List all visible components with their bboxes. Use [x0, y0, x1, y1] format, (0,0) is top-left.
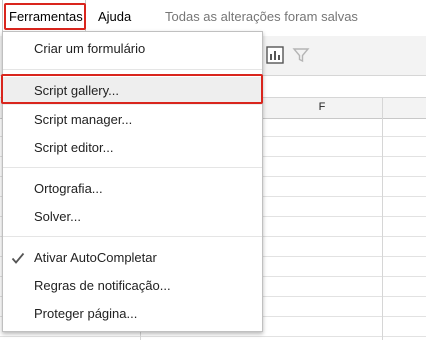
menu-item-label: Proteger página...: [34, 306, 138, 321]
menu-item-label: Solver...: [34, 209, 81, 224]
menu-help[interactable]: Ajuda: [92, 0, 137, 33]
tools-dropdown-menu: Criar um formulário Script gallery... Sc…: [2, 31, 263, 332]
menu-item-label: Ativar AutoCompletar: [34, 250, 157, 265]
menu-separator: [3, 69, 262, 70]
menu-item-script-manager[interactable]: Script manager...: [3, 106, 262, 134]
chart-icon[interactable]: [265, 45, 285, 65]
menu-separator: [3, 236, 262, 237]
menu-bar: Ferramentas Ajuda Todas as alterações fo…: [0, 0, 426, 33]
menu-item-protect-sheet[interactable]: Proteger página...: [3, 300, 262, 328]
menu-help-label: Ajuda: [98, 9, 132, 24]
menu-item-script-editor[interactable]: Script editor...: [3, 134, 262, 162]
menu-item-label: Script gallery...: [34, 83, 120, 98]
menu-item-create-form[interactable]: Criar um formulário: [3, 35, 262, 63]
checkmark-icon: [11, 244, 27, 272]
menu-item-label: Regras de notificação...: [34, 278, 171, 293]
column-header-f[interactable]: F: [262, 97, 382, 117]
menu-item-label: Ortografia...: [34, 181, 103, 196]
menu-tools[interactable]: Ferramentas: [2, 0, 86, 33]
filter-icon[interactable]: [291, 45, 311, 65]
menu-item-label: Script manager...: [34, 112, 133, 127]
menu-item-label: Criar um formulário: [34, 41, 146, 56]
menu-item-label: Script editor...: [34, 140, 114, 155]
save-status: Todas as alterações foram salvas: [165, 9, 358, 24]
menu-item-spelling[interactable]: Ortografia...: [3, 175, 262, 203]
menu-item-solver[interactable]: Solver...: [3, 203, 262, 231]
menu-tools-label: Ferramentas: [9, 9, 83, 24]
menu-separator: [3, 167, 262, 168]
menu-item-notification-rules[interactable]: Regras de notificação...: [3, 272, 262, 300]
menu-item-autocomplete[interactable]: Ativar AutoCompletar: [3, 244, 262, 272]
menu-item-script-gallery[interactable]: Script gallery...: [3, 77, 262, 105]
column-divider: [382, 97, 383, 340]
